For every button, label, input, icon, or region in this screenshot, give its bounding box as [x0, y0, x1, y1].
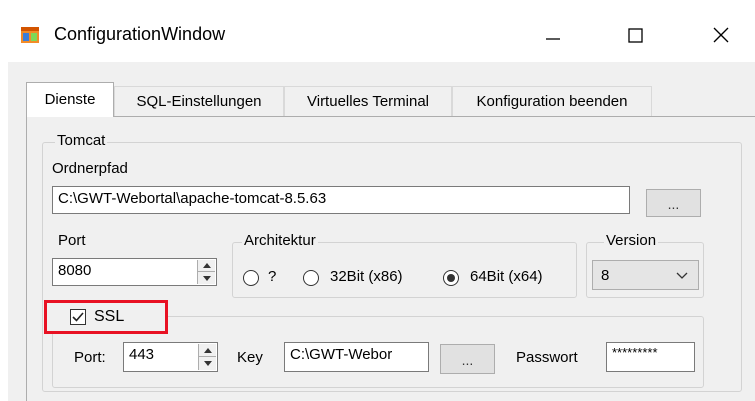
ssl-port-spinner[interactable] — [198, 344, 216, 370]
close-button[interactable] — [698, 18, 744, 52]
minimize-button[interactable] — [530, 18, 576, 52]
window-title: ConfigurationWindow — [54, 24, 226, 44]
maximize-icon — [628, 28, 643, 43]
radio-arch-32bit[interactable] — [303, 270, 319, 286]
tomcat-group-label: Tomcat — [55, 132, 108, 149]
tab-sql-einstellungen[interactable]: SQL-Einstellungen — [114, 86, 284, 116]
port-input[interactable]: 8080 — [52, 258, 217, 286]
ssl-port-value: 443 — [129, 346, 155, 363]
ssl-key-input[interactable]: C:\GWT-Webor — [284, 342, 429, 372]
version-label: Version — [604, 232, 659, 249]
ssl-password-input[interactable]: ********* — [606, 342, 695, 372]
port-label: Port — [58, 232, 86, 249]
maximize-button[interactable] — [612, 18, 658, 52]
radio-arch-64bit-label: 64Bit (x64) — [470, 268, 543, 285]
architecture-label: Architektur — [242, 232, 318, 249]
spin-down-icon[interactable] — [199, 357, 216, 370]
ssl-password-label: Passwort — [516, 349, 578, 366]
ssl-checkbox-label: SSL — [94, 308, 125, 325]
radio-arch-unknown-label: ? — [268, 268, 277, 285]
folder-path-label: Ordnerpfad — [52, 160, 128, 177]
ssl-checkbox[interactable] — [70, 309, 86, 325]
close-icon — [713, 27, 729, 43]
radio-arch-32bit-label: 32Bit (x86) — [330, 268, 403, 285]
app-icon — [20, 25, 40, 45]
checkmark-icon — [72, 312, 84, 322]
radio-arch-unknown[interactable] — [243, 270, 259, 286]
minimize-icon — [546, 38, 560, 40]
radio-arch-64bit[interactable] — [443, 270, 459, 286]
spin-up-icon[interactable] — [199, 344, 216, 357]
folder-path-input[interactable]: C:\GWT-Webortal\apache-tomcat-8.5.63 — [52, 186, 630, 214]
tab-dienste[interactable]: Dienste — [26, 82, 114, 117]
radio-selected-dot — [447, 274, 455, 282]
port-value: 8080 — [58, 262, 92, 279]
ssl-port-input[interactable]: 443 — [123, 342, 218, 372]
tab-konfiguration-beenden[interactable]: Konfiguration beenden — [452, 86, 652, 116]
ssl-key-label: Key — [237, 349, 263, 366]
spin-up-icon[interactable] — [198, 260, 215, 272]
port-spinner[interactable] — [197, 260, 215, 284]
ssl-key-browse-button[interactable]: ... — [440, 344, 495, 374]
folder-browse-button[interactable]: ... — [646, 189, 701, 217]
spin-down-icon[interactable] — [198, 272, 215, 284]
version-select[interactable]: 8 — [592, 260, 699, 290]
ssl-port-label: Port: — [74, 349, 106, 366]
version-value: 8 — [601, 267, 610, 284]
chevron-down-icon — [676, 272, 688, 279]
tab-virtuelles-terminal[interactable]: Virtuelles Terminal — [284, 86, 452, 116]
